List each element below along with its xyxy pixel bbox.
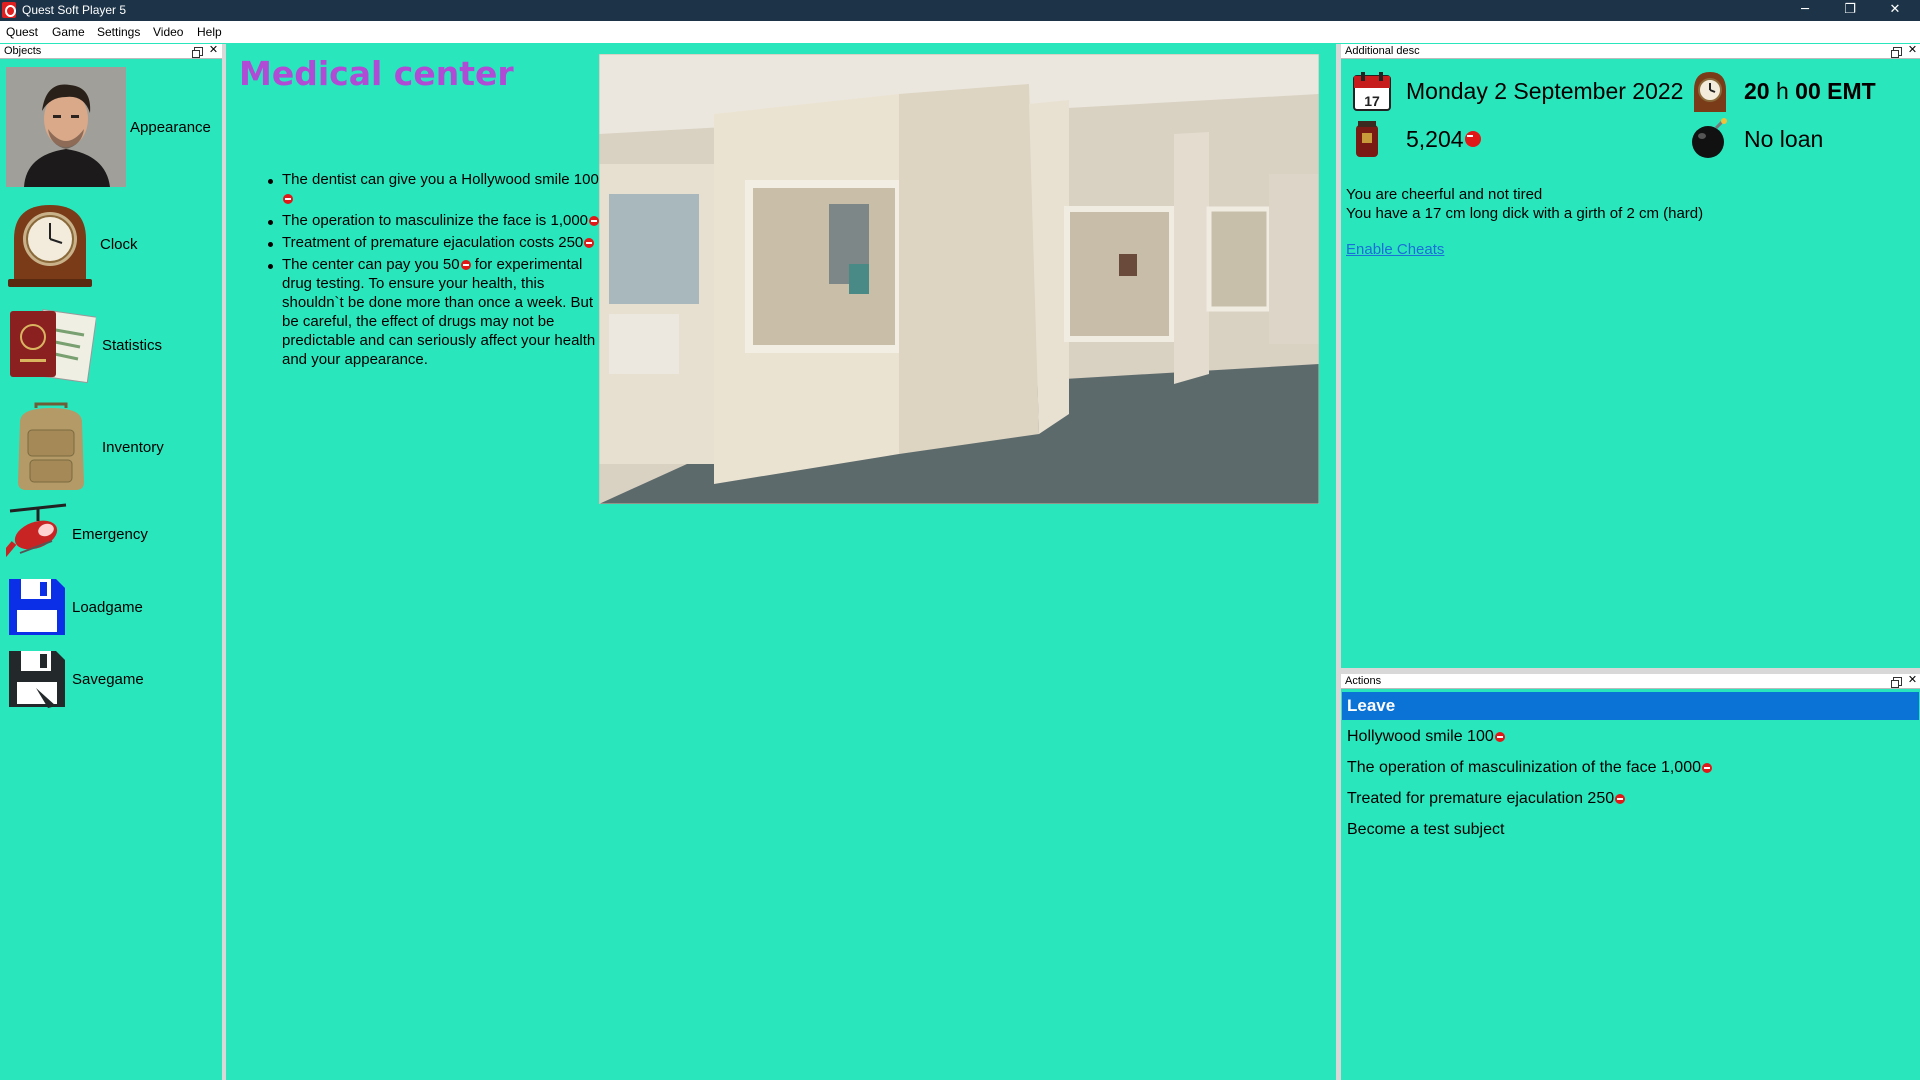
left-splitter[interactable] bbox=[222, 44, 226, 1080]
description-list: The dentist can give you a Hollywood smi… bbox=[264, 170, 602, 372]
object-savegame[interactable]: Savegame bbox=[6, 648, 144, 710]
loan-text: No loan bbox=[1744, 126, 1824, 152]
action-hollywood-smile[interactable]: Hollywood smile 100 bbox=[1347, 728, 1505, 746]
list-item: The operation to masculinize the face is… bbox=[268, 211, 602, 230]
menu-bar: Quest Game Settings Video Help bbox=[0, 21, 1920, 43]
menu-quest[interactable]: Quest bbox=[6, 25, 38, 39]
floppy-dark-icon bbox=[9, 651, 65, 708]
calendar-icon: 17 bbox=[1353, 72, 1391, 111]
loan-bomb-icon bbox=[1692, 118, 1727, 158]
object-inventory[interactable]: Inventory bbox=[6, 402, 164, 492]
menu-help[interactable]: Help bbox=[197, 25, 222, 39]
coin-icon bbox=[1702, 763, 1712, 773]
object-appearance[interactable]: Appearance bbox=[6, 67, 211, 187]
close-icon[interactable]: ✕ bbox=[1907, 45, 1918, 56]
object-label: Appearance bbox=[130, 118, 211, 136]
close-button[interactable]: ✕ bbox=[1872, 0, 1918, 21]
close-icon[interactable]: ✕ bbox=[208, 45, 219, 56]
object-label: Loadgame bbox=[72, 598, 143, 616]
window-title: Quest Soft Player 5 bbox=[22, 3, 127, 17]
object-label: Emergency bbox=[72, 525, 148, 543]
title-bar: Quest Soft Player 5 ─ ❐ ✕ bbox=[0, 0, 1920, 21]
status-line: You are cheerful and not tired bbox=[1346, 186, 1543, 203]
clock-icon bbox=[1694, 72, 1726, 112]
object-clock[interactable]: Clock bbox=[6, 199, 138, 289]
actions-panel-header: Actions ✕ bbox=[1341, 674, 1920, 689]
object-emergency[interactable]: Emergency bbox=[6, 503, 148, 565]
player-status: You are cheerful and not tired You have … bbox=[1346, 185, 1703, 223]
object-statistics[interactable]: Statistics bbox=[6, 307, 162, 383]
location-title: Medical center bbox=[239, 54, 514, 93]
coin-icon bbox=[584, 238, 595, 248]
objects-panel-title: Objects bbox=[4, 45, 42, 57]
object-label: Savegame bbox=[72, 670, 144, 688]
float-icon[interactable] bbox=[192, 47, 203, 58]
action-ejaculation-treatment[interactable]: Treated for premature ejaculation 250 bbox=[1347, 790, 1626, 808]
backpack-icon bbox=[18, 402, 84, 490]
time-text: 20 h 00 EMT bbox=[1744, 78, 1876, 104]
desc-panel-header: Additional desc ✕ bbox=[1341, 44, 1920, 59]
object-loadgame[interactable]: Loadgame bbox=[6, 576, 143, 638]
coin-icon bbox=[283, 194, 293, 204]
action-leave[interactable]: Leave bbox=[1342, 692, 1919, 720]
objects-panel-header: Objects ✕ bbox=[0, 44, 222, 59]
menu-game[interactable]: Game bbox=[52, 25, 85, 39]
object-label: Statistics bbox=[102, 336, 163, 354]
passport-icon bbox=[10, 309, 96, 383]
right-splitter[interactable] bbox=[1336, 44, 1341, 1080]
helicopter-icon bbox=[6, 503, 67, 557]
floppy-blue-icon bbox=[9, 579, 65, 635]
coin-icon bbox=[460, 260, 471, 270]
list-item: Treatment of premature ejaculation costs… bbox=[268, 233, 602, 252]
actions-panel-title: Actions bbox=[1345, 675, 1382, 687]
date-text: Monday 2 September 2022 bbox=[1406, 78, 1684, 104]
app-logo-icon bbox=[2, 2, 16, 18]
list-item: The center can pay you 50 for experiment… bbox=[268, 255, 602, 369]
enable-cheats-link[interactable]: Enable Cheats bbox=[1346, 241, 1444, 258]
money-jar-icon bbox=[1356, 121, 1378, 157]
status-line: You have a 17 cm long dick with a girth … bbox=[1346, 205, 1704, 222]
list-item: The dentist can give you a Hollywood smi… bbox=[268, 170, 602, 208]
money-text: 5,204 bbox=[1406, 126, 1481, 153]
location-image bbox=[599, 54, 1319, 504]
float-icon[interactable] bbox=[1891, 47, 1902, 58]
desc-panel-title: Additional desc bbox=[1345, 45, 1420, 57]
menu-settings[interactable]: Settings bbox=[97, 25, 140, 39]
close-icon[interactable]: ✕ bbox=[1907, 675, 1918, 686]
action-test-subject[interactable]: Become a test subject bbox=[1347, 821, 1504, 839]
coin-icon bbox=[1615, 794, 1626, 804]
clock-icon bbox=[8, 205, 92, 287]
float-icon[interactable] bbox=[1891, 677, 1902, 688]
minimize-button[interactable]: ─ bbox=[1782, 0, 1828, 21]
coin-icon bbox=[589, 216, 600, 226]
svg-text:17: 17 bbox=[1364, 93, 1380, 109]
menu-video[interactable]: Video bbox=[153, 25, 183, 39]
coin-icon bbox=[1464, 131, 1481, 147]
action-masculinization[interactable]: The operation of masculinization of the … bbox=[1347, 759, 1712, 777]
object-label: Inventory bbox=[102, 438, 164, 456]
portrait-icon bbox=[6, 67, 126, 187]
restore-button[interactable]: ❐ bbox=[1827, 0, 1873, 21]
coin-icon bbox=[1494, 732, 1505, 742]
object-label: Clock bbox=[100, 235, 138, 253]
